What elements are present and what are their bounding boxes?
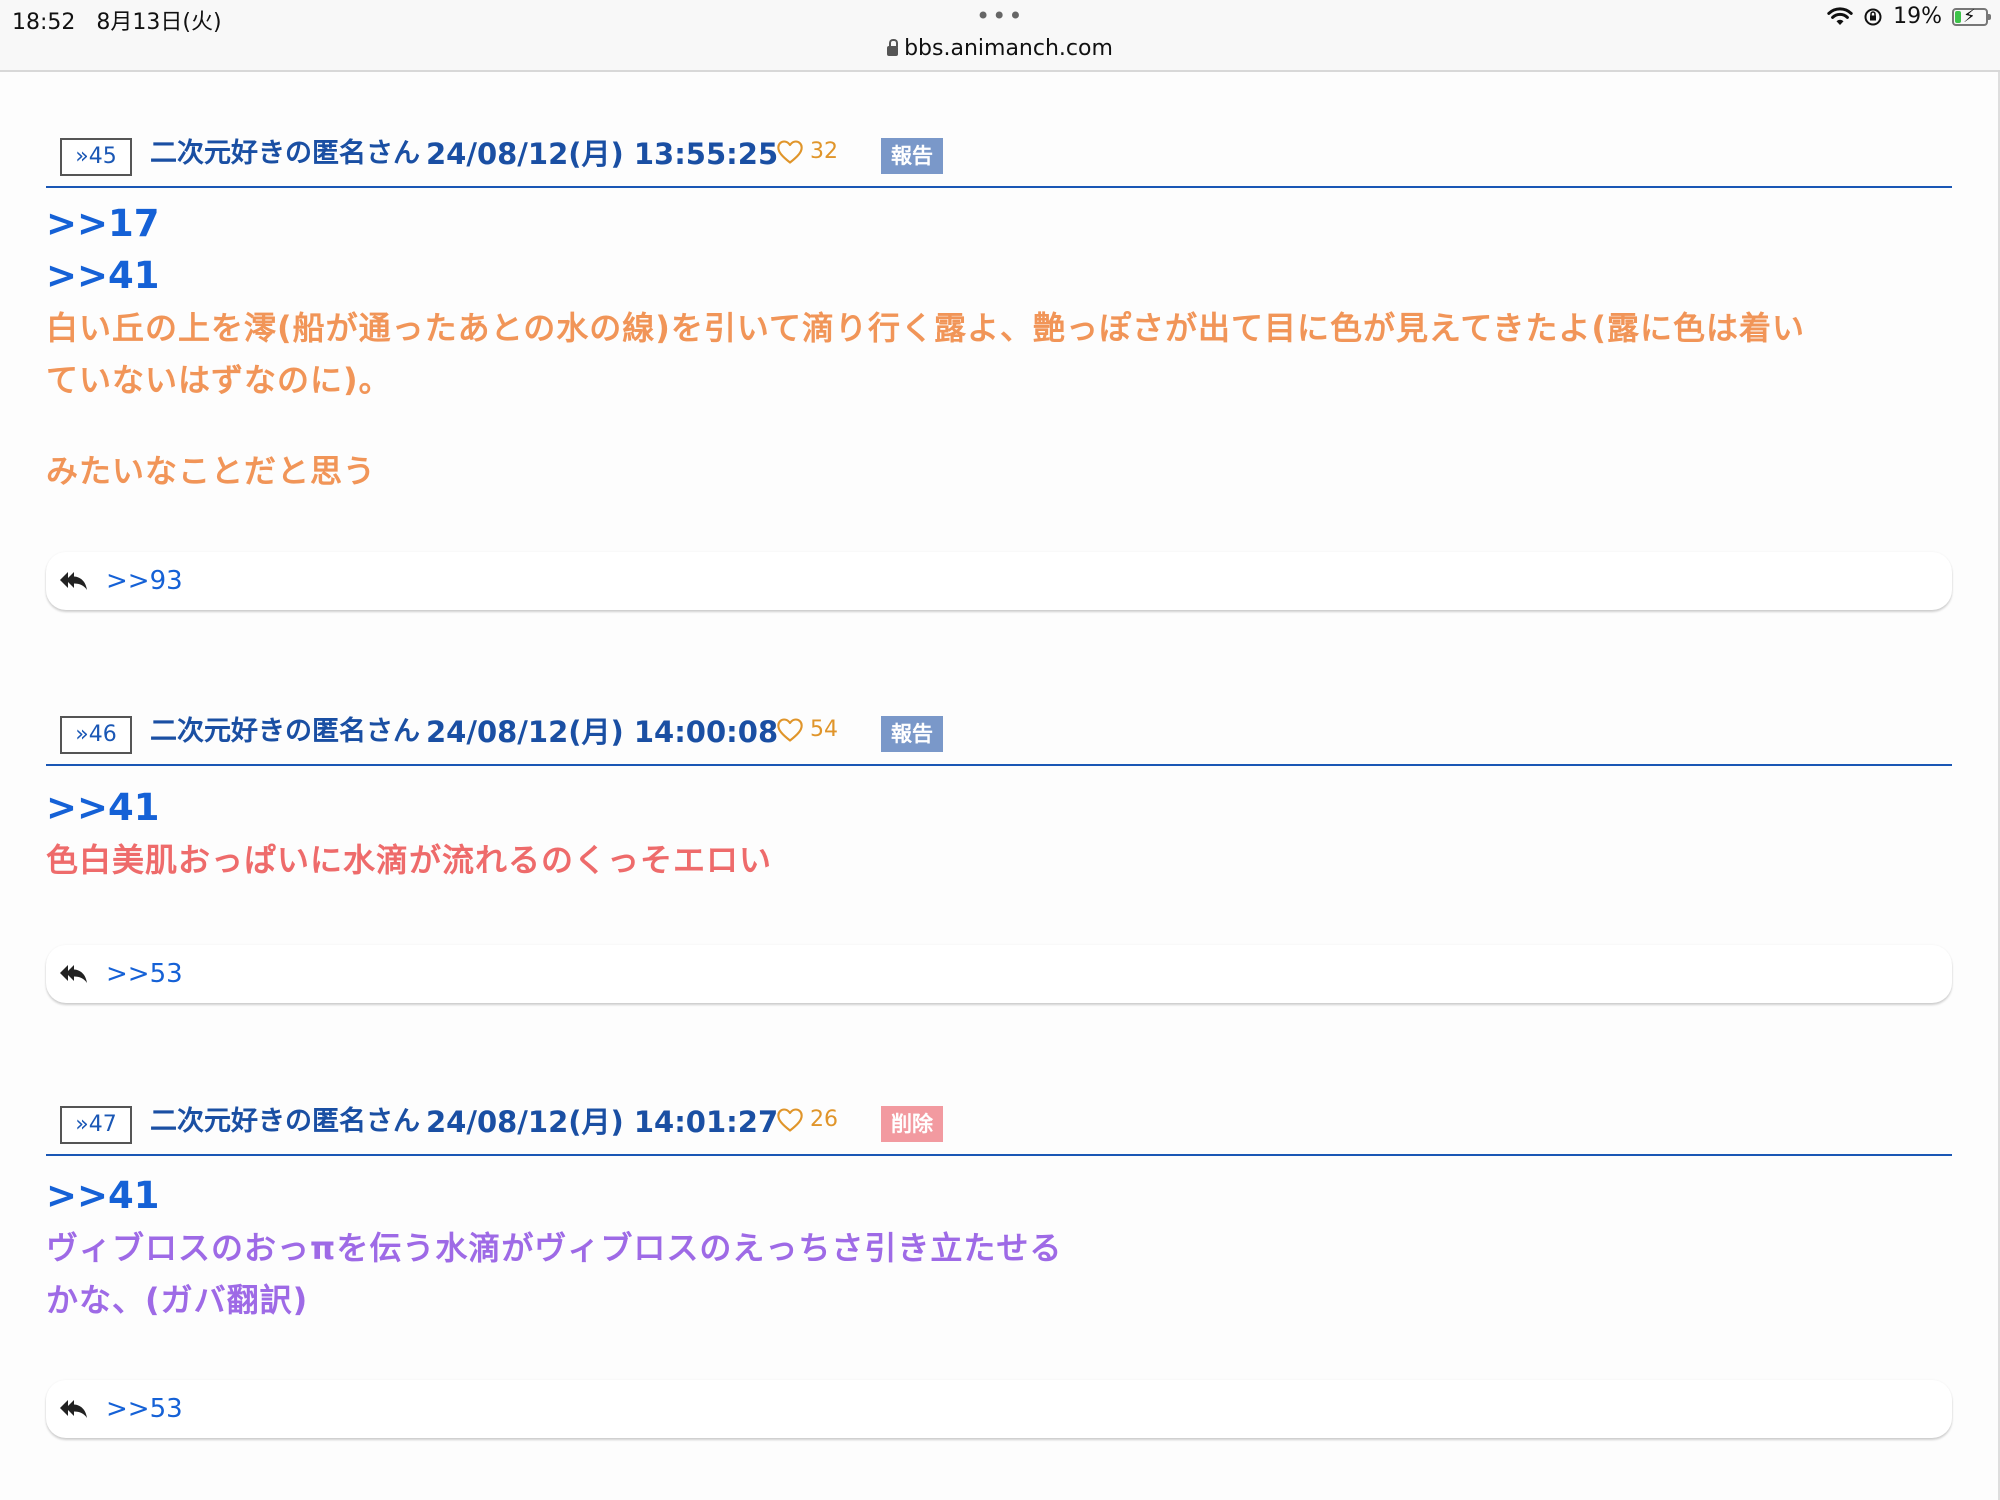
like-count: 54 xyxy=(810,717,838,742)
report-button[interactable]: 報告 xyxy=(881,716,943,752)
reply-all-icon xyxy=(60,1400,87,1418)
reply-link[interactable]: >>93 xyxy=(106,562,183,600)
report-button[interactable]: 報告 xyxy=(881,138,943,174)
heart-icon xyxy=(777,1108,803,1132)
post-text-line: ていないはずなのに)。 xyxy=(46,361,392,399)
post-header: »45 二次元好きの匿名さん 24/08/12(月) 13:55:25 32 報… xyxy=(46,132,1952,188)
status-time: 18:52 8月13日(火) xyxy=(12,4,222,36)
status-bar: 18:52 8月13日(火) ••• bbs.animanch.com 19% … xyxy=(0,0,2000,72)
post-text-line: かな、(ガバ翻訳) xyxy=(46,1281,309,1319)
post-47: »47 二次元好きの匿名さん 24/08/12(月) 14:01:27 26 削… xyxy=(46,1100,1952,1438)
post-datetime: 24/08/12(月) 13:55:25 xyxy=(426,137,779,171)
post-text-line: みたいなことだと思う xyxy=(46,452,377,490)
like-count: 32 xyxy=(810,139,838,164)
poster-name: 二次元好きの匿名さん xyxy=(150,1106,420,1137)
post-datetime: 24/08/12(月) 14:00:08 xyxy=(426,715,779,749)
wifi-icon xyxy=(1827,6,1853,25)
url-text: bbs.animanch.com xyxy=(904,36,1113,61)
date: 8月13日(火) xyxy=(96,10,222,35)
lock-icon xyxy=(887,39,899,56)
post-header: »46 二次元好きの匿名さん 24/08/12(月) 14:00:08 54 報… xyxy=(46,710,1952,766)
heart-icon xyxy=(777,140,803,164)
delete-button[interactable]: 削除 xyxy=(881,1106,943,1142)
reply-link[interactable]: >>53 xyxy=(106,1390,183,1428)
post-text-line: ヴィブロスのおっπを伝う水滴がヴィブロスのえっちさ引き立たせる xyxy=(46,1229,1063,1267)
heart-icon xyxy=(777,718,803,742)
like-button[interactable]: 26 xyxy=(776,1102,838,1138)
post-number-button[interactable]: »45 xyxy=(60,138,132,176)
post-46: »46 二次元好きの匿名さん 24/08/12(月) 14:00:08 54 報… xyxy=(46,710,1952,1003)
clock: 18:52 xyxy=(12,10,76,35)
poster-name: 二次元好きの匿名さん xyxy=(150,716,420,747)
reply-link[interactable]: >>53 xyxy=(106,955,183,993)
post-datetime: 24/08/12(月) 14:01:27 xyxy=(426,1105,779,1139)
anchor-link[interactable]: >>17 xyxy=(46,198,1952,250)
status-indicators: 19% ⚡ xyxy=(1827,4,1991,29)
reply-bar: >>93 xyxy=(46,552,1952,610)
thread-content: »45 二次元好きの匿名さん 24/08/12(月) 13:55:25 32 報… xyxy=(0,72,2000,1500)
orientation-lock-icon xyxy=(1864,8,1882,25)
address-bar[interactable]: bbs.animanch.com xyxy=(0,36,2000,61)
anchor-link[interactable]: >>41 xyxy=(46,250,1952,302)
post-text-line: 白い丘の上を澪(船が通ったあとの水の線)を引いて滴り行く露よ、艶っぽさが出て目に… xyxy=(46,309,1806,347)
reply-all-icon xyxy=(60,965,87,983)
reply-bar: >>53 xyxy=(46,945,1952,1003)
charging-bolt-icon: ⚡ xyxy=(1963,5,1976,27)
post-header: »47 二次元好きの匿名さん 24/08/12(月) 14:01:27 26 削… xyxy=(46,1100,1952,1156)
more-options-icon[interactable]: ••• xyxy=(976,2,1024,30)
like-button[interactable]: 54 xyxy=(776,712,838,748)
battery-level xyxy=(1955,10,1961,23)
like-count: 26 xyxy=(810,1107,838,1132)
post-body: >>41 ヴィブロスのおっπを伝う水滴がヴィブロスのえっちさ引き立たせる かな、… xyxy=(46,1156,1952,1326)
battery-percent: 19% xyxy=(1893,4,1942,29)
battery-icon: ⚡ xyxy=(1952,5,1991,27)
reply-all-icon xyxy=(60,572,87,590)
post-body: >>41 色白美肌おっぱいに水滴が流れるのくっそエロい xyxy=(46,766,1952,886)
post-45: »45 二次元好きの匿名さん 24/08/12(月) 13:55:25 32 報… xyxy=(46,132,1952,610)
reply-bar: >>53 xyxy=(46,1380,1952,1438)
like-button[interactable]: 32 xyxy=(776,134,838,170)
anchor-link[interactable]: >>41 xyxy=(46,782,1952,834)
post-number-button[interactable]: »46 xyxy=(60,716,132,754)
post-body: >>17 >>41 白い丘の上を澪(船が通ったあとの水の線)を引いて滴り行く露よ… xyxy=(46,188,1952,497)
poster-name: 二次元好きの匿名さん xyxy=(150,138,420,169)
post-number-button[interactable]: »47 xyxy=(60,1106,132,1144)
post-text-line: 色白美肌おっぱいに水滴が流れるのくっそエロい xyxy=(46,841,773,879)
anchor-link[interactable]: >>41 xyxy=(46,1170,1952,1222)
